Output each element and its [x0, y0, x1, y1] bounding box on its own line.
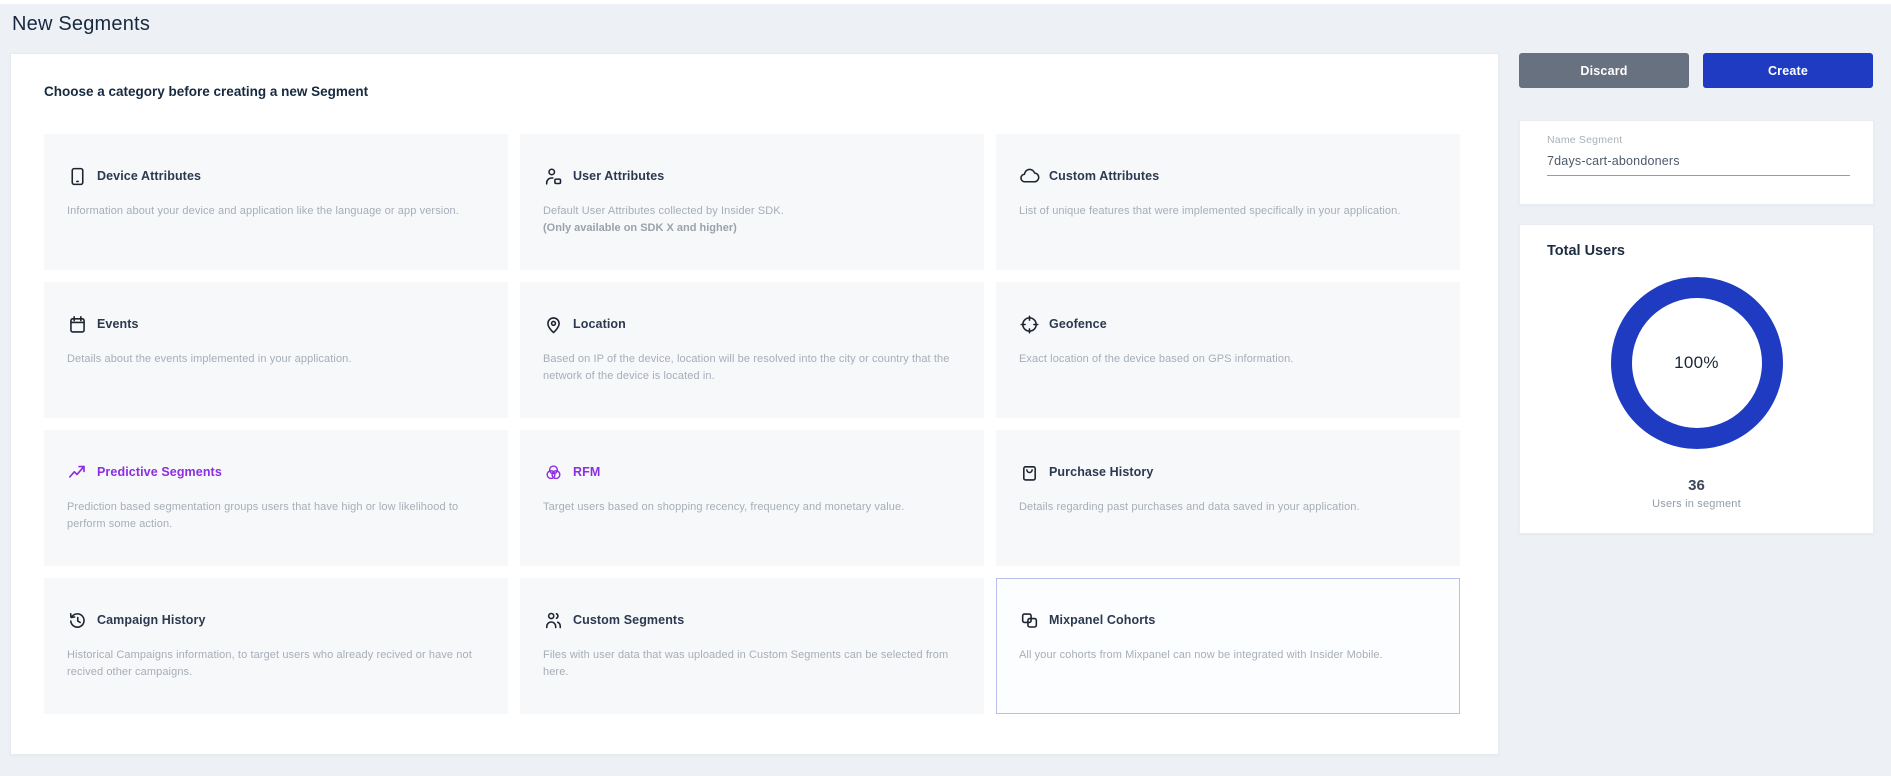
- category-card-title: RFM: [573, 465, 600, 479]
- name-segment-label: Name Segment: [1547, 134, 1622, 146]
- category-card-description: Historical Campaigns information, to tar…: [67, 647, 483, 680]
- category-card-location[interactable]: Location Based on IP of the device, loca…: [520, 282, 984, 418]
- category-card-title: Custom Segments: [573, 613, 684, 627]
- location-pin-icon: [543, 314, 564, 335]
- shopping-bag-icon: [1019, 462, 1040, 483]
- category-card-purchase-history[interactable]: Purchase History Details regarding past …: [996, 430, 1460, 566]
- donut-percent-label: 100%: [1674, 353, 1719, 373]
- category-card-geofence[interactable]: Geofence Exact location of the device ba…: [996, 282, 1460, 418]
- category-card-description: Exact location of the device based on GP…: [1019, 351, 1435, 368]
- category-card-description: Details regarding past purchases and dat…: [1019, 499, 1435, 516]
- category-card-campaign-history[interactable]: Campaign History Historical Campaigns in…: [44, 578, 508, 714]
- geofence-target-icon: [1019, 314, 1040, 335]
- category-card-title: Geofence: [1049, 317, 1107, 331]
- category-card-title: Events: [97, 317, 139, 331]
- category-card-description: Prediction based segmentation groups use…: [67, 499, 483, 532]
- panel-heading: Choose a category before creating a new …: [44, 84, 368, 99]
- donut-chart: 100%: [1611, 277, 1783, 449]
- create-button[interactable]: Create: [1703, 53, 1873, 88]
- category-panel: Choose a category before creating a new …: [10, 53, 1499, 755]
- cloud-icon: [1019, 166, 1040, 187]
- users-count: 36: [1520, 477, 1873, 494]
- user-badge-icon: [543, 166, 564, 187]
- category-card-title: Device Attributes: [97, 169, 201, 183]
- category-card-description: Based on IP of the device, location will…: [543, 351, 959, 384]
- total-users-card: Total Users 100% 36 Users in segment: [1519, 224, 1874, 534]
- discard-button[interactable]: Discard: [1519, 53, 1689, 88]
- category-card-custom-attributes[interactable]: Custom Attributes List of unique feature…: [996, 134, 1460, 270]
- device-icon: [67, 166, 88, 187]
- category-card-description: Details about the events implemented in …: [67, 351, 483, 368]
- category-card-description-bold: (Only available on SDK X and higher): [543, 220, 959, 237]
- name-segment-card: Name Segment: [1519, 120, 1874, 205]
- trend-arrow-icon: [67, 462, 88, 483]
- category-card-description: All your cohorts from Mixpanel can now b…: [1019, 647, 1435, 664]
- category-card-title: Custom Attributes: [1049, 169, 1159, 183]
- category-card-description: Target users based on shopping recency, …: [543, 499, 959, 516]
- category-card-description: Information about your device and applic…: [67, 203, 483, 220]
- category-card-title: User Attributes: [573, 169, 664, 183]
- total-users-title: Total Users: [1547, 243, 1625, 259]
- category-grid: Device Attributes Information about your…: [44, 134, 1460, 714]
- category-card-title: Predictive Segments: [97, 465, 222, 479]
- new-segments-screen: New Segments Choose a category before cr…: [0, 0, 1891, 776]
- category-card-predictive-segments[interactable]: Predictive Segments Prediction based seg…: [44, 430, 508, 566]
- category-card-description: Files with user data that was uploaded i…: [543, 647, 959, 680]
- category-card-custom-segments[interactable]: Custom Segments Files with user data tha…: [520, 578, 984, 714]
- category-card-description: List of unique features that were implem…: [1019, 203, 1435, 220]
- category-card-rfm[interactable]: RFM Target users based on shopping recen…: [520, 430, 984, 566]
- category-card-events[interactable]: Events Details about the events implemen…: [44, 282, 508, 418]
- history-clock-icon: [67, 610, 88, 631]
- users-icon: [543, 610, 564, 631]
- category-card-title: Location: [573, 317, 626, 331]
- top-strip: [0, 0, 1891, 4]
- category-card-mixpanel-cohorts[interactable]: Mixpanel Cohorts All your cohorts from M…: [996, 578, 1460, 714]
- calendar-icon: [67, 314, 88, 335]
- category-card-title: Mixpanel Cohorts: [1049, 613, 1155, 627]
- users-caption: Users in segment: [1520, 498, 1873, 510]
- category-card-user-attributes[interactable]: User Attributes Default User Attributes …: [520, 134, 984, 270]
- category-card-device-attributes[interactable]: Device Attributes Information about your…: [44, 134, 508, 270]
- category-card-description: Default User Attributes collected by Ins…: [543, 203, 959, 220]
- venn-diagram-icon: [543, 462, 564, 483]
- name-segment-input[interactable]: [1547, 151, 1850, 176]
- linked-squares-icon: [1019, 610, 1040, 631]
- category-card-title: Campaign History: [97, 613, 206, 627]
- page-title: New Segments: [12, 13, 150, 36]
- category-card-title: Purchase History: [1049, 465, 1153, 479]
